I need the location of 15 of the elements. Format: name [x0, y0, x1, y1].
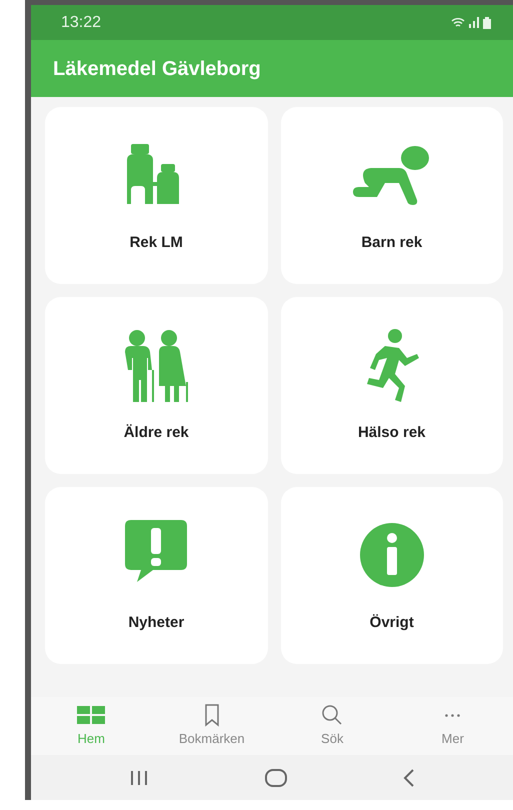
menu-tile[interactable]: Hälso rek — [280, 297, 503, 474]
app-title: Läkemedel Gävleborg — [53, 56, 261, 82]
home-icon[interactable] — [265, 768, 287, 786]
wifi-icon — [451, 17, 465, 28]
status-time: 13:22 — [61, 12, 102, 32]
menu-tile[interactable]: Övrigt — [280, 487, 503, 664]
recent-apps-icon[interactable] — [129, 770, 149, 786]
back-icon[interactable] — [403, 768, 415, 786]
battery-icon — [483, 16, 491, 28]
more-icon — [445, 714, 460, 717]
menu-tile[interactable]: Rek LM — [45, 107, 268, 284]
menu-tile[interactable]: Nyheter — [45, 487, 268, 664]
menu-tile[interactable]: Barn rek — [280, 107, 503, 284]
menu-tile[interactable]: Äldre rek — [45, 297, 268, 474]
signal-icon — [469, 17, 479, 28]
